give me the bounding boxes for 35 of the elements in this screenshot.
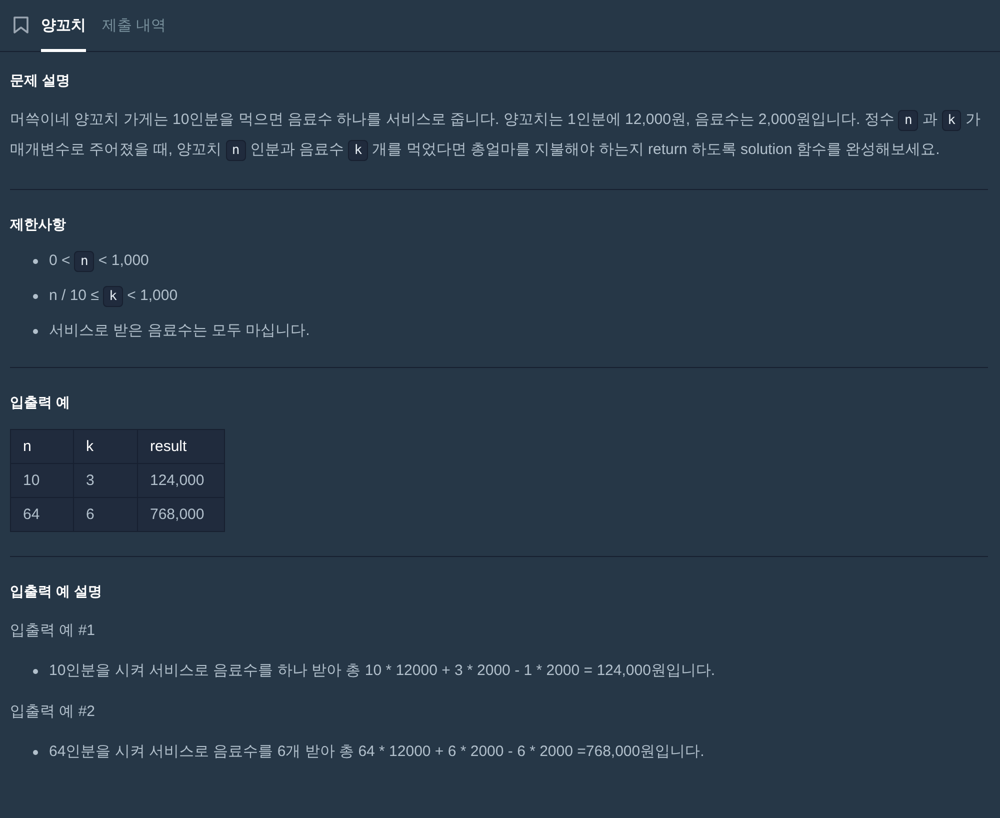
- paragraph-text: 머쓱이네 양꼬치 가게는 10인분을 먹으면 음료수 하나를 서비스로 줍니다. 양꼬치는 1인분에 12,000원, 음료수는 2,000원입니다. 정수 n 과 k 가 매개변수로 주어졌을 때, 양꼬치 n 인분과 음료수 k 개를 먹었다면 총얼마를 지불해야 하는지 return 하도록 solution 함수를 완성해보세요.: [10, 105, 988, 165]
- code-snippet: n: [898, 110, 918, 131]
- table-header-cell: n: [10, 430, 74, 464]
- tab[interactable]: 제출 내역: [102, 0, 166, 52]
- paragraph-text: 입출력 예 #2: [10, 702, 96, 722]
- bullet-icon: [33, 669, 38, 674]
- list-item-text: 64인분을 시켜 서비스로 음료수를 6개 받아 총 64 * 12000 + 6 * 2000 - 6 * 2000 =768,000원입니다.: [49, 742, 704, 762]
- section-heading: 제한사항: [10, 215, 67, 234]
- table-cell: 6: [74, 498, 138, 532]
- section-heading: 입출력 예 설명: [10, 582, 103, 601]
- bullet-icon: [33, 329, 38, 334]
- bullet-icon: [33, 750, 38, 755]
- table-header-cell: result: [138, 430, 224, 464]
- paragraph-text: 입출력 예 #1: [10, 621, 96, 641]
- table-cell: 768,000: [138, 498, 224, 532]
- table-cell: 3: [74, 464, 138, 498]
- table-cell: 124,000: [138, 464, 224, 498]
- section-heading: 문제 설명: [10, 71, 71, 90]
- table-header-cell: k: [74, 430, 138, 464]
- section-heading: 입출력 예: [10, 393, 71, 412]
- list-item-text: 0 < n < 1,000: [49, 249, 149, 274]
- code-snippet: k: [103, 286, 123, 307]
- bullet-icon: [33, 259, 38, 264]
- bullet-icon: [33, 294, 38, 299]
- code-snippet: n: [226, 140, 246, 161]
- list-item-text: 10인분을 시켜 서비스로 음료수를 하나 받아 총 10 * 12000 + 3 * 2000 - 1 * 2000 = 124,000원입니다.: [49, 661, 716, 681]
- code-snippet: k: [348, 140, 368, 161]
- table-cell: 64: [10, 498, 74, 532]
- list-item-text: n / 10 ≤ k < 1,000: [49, 284, 178, 309]
- table-cell: 10: [10, 464, 74, 498]
- bookmark-icon[interactable]: [13, 16, 29, 34]
- code-snippet: k: [942, 110, 962, 131]
- code-snippet: n: [74, 251, 94, 272]
- tab[interactable]: 양꼬치: [41, 0, 86, 52]
- list-item-text: 서비스로 받은 음료수는 모두 마십니다.: [49, 321, 310, 341]
